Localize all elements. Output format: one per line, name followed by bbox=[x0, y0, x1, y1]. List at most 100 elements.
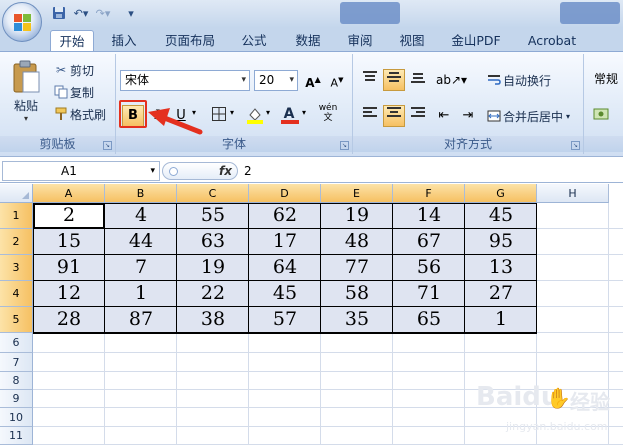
undo-icon[interactable]: ↶▾ bbox=[72, 4, 90, 22]
row-header-1[interactable]: 1 bbox=[0, 203, 33, 229]
tab-acrobat[interactable]: Acrobat bbox=[522, 30, 582, 52]
cell-b4[interactable]: 1 bbox=[105, 281, 177, 307]
tab-page-layout[interactable]: 页面布局 bbox=[158, 30, 222, 52]
align-right-button[interactable] bbox=[407, 105, 429, 127]
row-header-9[interactable]: 9 bbox=[0, 390, 33, 408]
cell-c5[interactable]: 38 bbox=[177, 307, 249, 333]
copy-button[interactable]: 复制 bbox=[52, 82, 94, 102]
column-header-c[interactable]: C bbox=[177, 184, 249, 203]
clipboard-launcher-icon[interactable]: ↘ bbox=[103, 141, 112, 150]
align-center-button[interactable] bbox=[383, 105, 405, 127]
cell-d3[interactable]: 64 bbox=[249, 255, 321, 281]
cell-b3[interactable]: 7 bbox=[105, 255, 177, 281]
redo-icon[interactable]: ↷▾ bbox=[94, 4, 112, 22]
orientation-button[interactable]: ab↗▾ bbox=[435, 69, 467, 91]
formula-input[interactable]: 2 bbox=[244, 161, 252, 181]
shrink-font-button[interactable]: A▼ bbox=[326, 69, 348, 91]
cell-f3[interactable]: 56 bbox=[393, 255, 465, 281]
borders-button[interactable] bbox=[208, 105, 230, 127]
cell-e2[interactable]: 48 bbox=[321, 229, 393, 255]
grow-font-button[interactable]: A▲ bbox=[302, 69, 324, 91]
tab-formulas[interactable]: 公式 bbox=[234, 30, 274, 52]
column-header-e[interactable]: E bbox=[321, 184, 393, 203]
fill-color-button[interactable] bbox=[244, 105, 266, 127]
column-header-a[interactable]: A bbox=[33, 184, 105, 203]
wrap-text-button[interactable]: 自动换行 bbox=[485, 70, 551, 90]
decrease-indent-button[interactable]: ⇤ bbox=[433, 105, 455, 127]
insert-function-button[interactable]: fx bbox=[219, 163, 232, 179]
cell-g2[interactable]: 95 bbox=[465, 229, 537, 255]
underline-button[interactable]: U bbox=[170, 105, 192, 127]
cell-a4[interactable]: 12 bbox=[33, 281, 105, 307]
column-header-f[interactable]: F bbox=[393, 184, 465, 203]
tab-view[interactable]: 视图 bbox=[392, 30, 432, 52]
cell-c3[interactable]: 19 bbox=[177, 255, 249, 281]
number-format-combo[interactable]: 常规 bbox=[590, 70, 623, 91]
paste-button[interactable]: 粘贴 ▾ bbox=[8, 60, 44, 123]
cell-g4[interactable]: 27 bbox=[465, 281, 537, 307]
cell-g1[interactable]: 45 bbox=[465, 203, 537, 229]
align-bottom-button[interactable] bbox=[407, 69, 429, 91]
cell-c1[interactable]: 55 bbox=[177, 203, 249, 229]
cell-a3[interactable]: 91 bbox=[33, 255, 105, 281]
merge-center-button[interactable]: 合并后居中 ▾ bbox=[485, 106, 570, 126]
cell-d2[interactable]: 17 bbox=[249, 229, 321, 255]
cell-f2[interactable]: 67 bbox=[393, 229, 465, 255]
cell-b2[interactable]: 44 bbox=[105, 229, 177, 255]
alignment-launcher-icon[interactable]: ↘ bbox=[571, 141, 580, 150]
cell-d5[interactable]: 57 bbox=[249, 307, 321, 333]
underline-dropdown-icon[interactable]: ▾ bbox=[192, 108, 196, 117]
row-header-6[interactable]: 6 bbox=[0, 333, 33, 353]
cell-g5[interactable]: 1 bbox=[465, 307, 537, 333]
cell-a1[interactable]: 2 bbox=[33, 203, 105, 229]
font-size-combo[interactable]: 20 ▾ bbox=[254, 70, 298, 91]
cell-c2[interactable]: 63 bbox=[177, 229, 249, 255]
column-header-h[interactable]: H bbox=[537, 184, 609, 203]
cell-b1[interactable]: 4 bbox=[105, 203, 177, 229]
accounting-format-button[interactable] bbox=[590, 105, 612, 127]
row-header-8[interactable]: 8 bbox=[0, 372, 33, 390]
align-top-button[interactable] bbox=[359, 69, 381, 91]
font-color-button[interactable]: A bbox=[278, 103, 300, 125]
font-color-dropdown-icon[interactable]: ▾ bbox=[302, 108, 306, 117]
font-name-combo[interactable]: 宋体 ▾ bbox=[120, 70, 250, 91]
column-header-d[interactable]: D bbox=[249, 184, 321, 203]
select-all-button[interactable] bbox=[0, 184, 33, 203]
increase-indent-button[interactable]: ⇥ bbox=[457, 105, 479, 127]
fill-dropdown-icon[interactable]: ▾ bbox=[266, 108, 270, 117]
row-header-11[interactable]: 11 bbox=[0, 427, 33, 445]
row-header-7[interactable]: 7 bbox=[0, 353, 33, 372]
cell-e1[interactable]: 19 bbox=[321, 203, 393, 229]
row-header-2[interactable]: 2 bbox=[0, 229, 33, 255]
cell-e4[interactable]: 58 bbox=[321, 281, 393, 307]
row-header-5[interactable]: 5 bbox=[0, 307, 33, 333]
align-left-button[interactable] bbox=[359, 105, 381, 127]
tab-data[interactable]: 数据 bbox=[288, 30, 328, 52]
cell-f4[interactable]: 71 bbox=[393, 281, 465, 307]
format-painter-button[interactable]: 格式刷 bbox=[52, 104, 106, 124]
cell-c4[interactable]: 22 bbox=[177, 281, 249, 307]
row-header-10[interactable]: 10 bbox=[0, 408, 33, 427]
tab-kingsoft-pdf[interactable]: 金山PDF bbox=[446, 30, 506, 52]
italic-button[interactable]: I bbox=[146, 105, 168, 127]
cell-a5[interactable]: 28 bbox=[33, 307, 105, 333]
cell-f1[interactable]: 14 bbox=[393, 203, 465, 229]
name-box[interactable]: A1 ▾ bbox=[2, 161, 160, 181]
tab-insert[interactable]: 插入 bbox=[104, 30, 144, 52]
align-middle-button[interactable] bbox=[383, 69, 405, 91]
cut-button[interactable]: ✂ 剪切 bbox=[52, 60, 94, 80]
cell-f5[interactable]: 65 bbox=[393, 307, 465, 333]
phonetic-button[interactable]: wén 文 bbox=[314, 102, 342, 124]
cell-d1[interactable]: 62 bbox=[249, 203, 321, 229]
cell-e5[interactable]: 35 bbox=[321, 307, 393, 333]
cell-d4[interactable]: 45 bbox=[249, 281, 321, 307]
cell-g3[interactable]: 13 bbox=[465, 255, 537, 281]
font-launcher-icon[interactable]: ↘ bbox=[340, 141, 349, 150]
column-header-b[interactable]: B bbox=[105, 184, 177, 203]
customize-qat-icon[interactable]: ▾ bbox=[122, 4, 140, 22]
borders-dropdown-icon[interactable]: ▾ bbox=[230, 108, 234, 117]
expand-icon[interactable] bbox=[169, 167, 178, 176]
cell-e3[interactable]: 77 bbox=[321, 255, 393, 281]
save-icon[interactable] bbox=[50, 4, 68, 22]
tab-home[interactable]: 开始 bbox=[50, 30, 94, 52]
